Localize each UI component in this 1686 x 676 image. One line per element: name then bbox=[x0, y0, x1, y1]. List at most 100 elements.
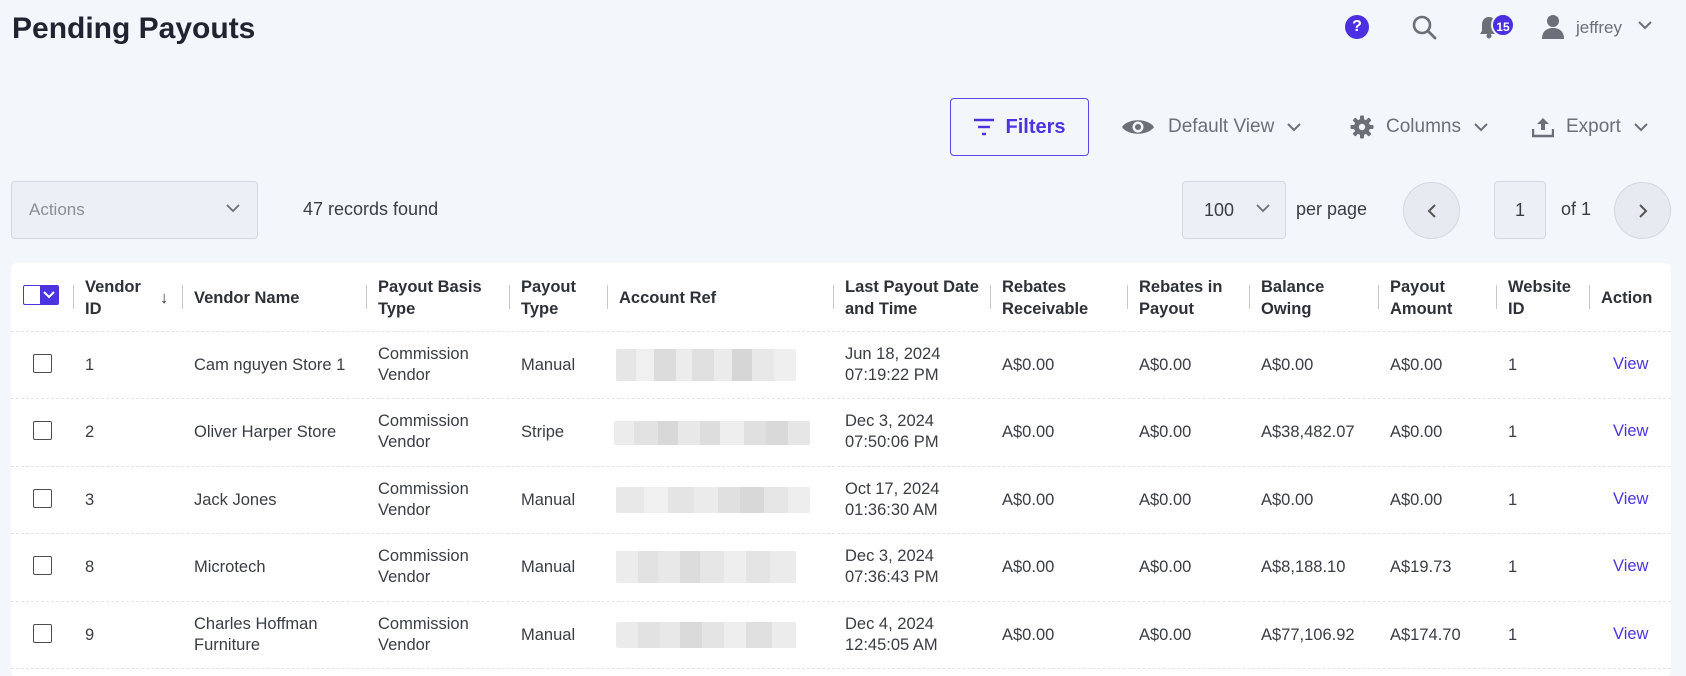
select-all-dropdown[interactable] bbox=[40, 286, 58, 304]
chevron-right-icon bbox=[1638, 203, 1647, 218]
rebates-receivable: A$0.00 bbox=[1002, 491, 1055, 509]
header-action: Action bbox=[1601, 289, 1653, 307]
row-checkbox[interactable] bbox=[33, 421, 52, 440]
row-checkbox[interactable] bbox=[33, 556, 52, 575]
next-page-button[interactable] bbox=[1614, 182, 1671, 239]
last-payout-date: Oct 17, 2024 01:36:30 AM bbox=[845, 480, 940, 519]
payout-basis-type: Commission Vendor bbox=[378, 345, 469, 384]
help-icon[interactable]: ? bbox=[1345, 15, 1369, 39]
header-rebates-in-payout[interactable]: Rebates in Payout bbox=[1139, 276, 1249, 320]
header-payout-amount[interactable]: Payout Amount bbox=[1390, 276, 1480, 320]
column-separator bbox=[833, 285, 834, 309]
previous-page-button[interactable] bbox=[1403, 182, 1460, 239]
row-checkbox[interactable] bbox=[33, 489, 52, 508]
vendor-id: 1 bbox=[85, 356, 95, 374]
row-checkbox[interactable] bbox=[33, 624, 52, 643]
user-name[interactable]: jeffrey bbox=[1576, 18, 1622, 38]
notification-badge: 15 bbox=[1491, 13, 1515, 37]
rebates-in-payout: A$0.00 bbox=[1139, 491, 1192, 509]
payout-type: Manual bbox=[521, 356, 576, 374]
per-page-select[interactable]: 100 bbox=[1182, 181, 1286, 239]
column-separator bbox=[1589, 285, 1590, 309]
vendor-id: 3 bbox=[85, 491, 95, 509]
rebates-in-payout: A$0.00 bbox=[1139, 558, 1192, 576]
filter-lines-icon bbox=[974, 118, 995, 136]
eye-icon bbox=[1122, 120, 1154, 134]
rebates-in-payout: A$0.00 bbox=[1139, 356, 1192, 374]
header-payout-basis-type[interactable]: Payout Basis Type bbox=[378, 276, 498, 320]
rebates-in-payout: A$0.00 bbox=[1139, 626, 1192, 644]
header-account-ref[interactable]: Account Ref bbox=[619, 287, 716, 309]
actions-select[interactable]: Actions bbox=[11, 181, 258, 239]
column-separator bbox=[990, 285, 991, 309]
filters-label: Filters bbox=[1005, 115, 1066, 138]
last-payout-date: Dec 3, 2024 07:36:43 PM bbox=[845, 547, 939, 586]
payout-amount: A$0.00 bbox=[1390, 491, 1443, 509]
vendor-name: Oliver Harper Store bbox=[194, 423, 337, 441]
vendor-name: Charles Hoffman Furniture bbox=[194, 615, 318, 654]
page-number-input[interactable]: 1 bbox=[1494, 181, 1546, 239]
payout-amount: A$0.00 bbox=[1390, 423, 1443, 441]
filters-button[interactable]: Filters bbox=[950, 98, 1089, 156]
header-last-payout-date[interactable]: Last Payout Date and Time bbox=[845, 276, 985, 320]
balance-owing: A$8,188.10 bbox=[1261, 558, 1346, 576]
view-link[interactable]: View bbox=[1613, 556, 1648, 577]
sort-arrow-icon[interactable]: ↓ bbox=[160, 287, 168, 309]
view-link[interactable]: View bbox=[1613, 489, 1648, 510]
vendor-id: 9 bbox=[85, 626, 95, 644]
user-icon[interactable] bbox=[1541, 14, 1565, 40]
search-icon[interactable] bbox=[1411, 14, 1437, 40]
chevron-down-icon[interactable] bbox=[1637, 20, 1653, 30]
payout-basis-type: Commission Vendor bbox=[378, 412, 469, 451]
account-ref-redacted bbox=[616, 487, 810, 513]
column-separator bbox=[607, 285, 608, 309]
chevron-down-icon bbox=[1287, 123, 1302, 132]
table-row: 1 Cam nguyen Store 1 Commission Vendor Ma… bbox=[11, 331, 1671, 398]
view-link[interactable]: View bbox=[1613, 624, 1648, 645]
header-vendor-name[interactable]: Vendor Name bbox=[194, 287, 299, 309]
balance-owing: A$38,482.07 bbox=[1261, 423, 1355, 441]
account-ref-redacted bbox=[616, 551, 796, 583]
default-view-label: Default View bbox=[1168, 116, 1275, 137]
table-row: 3 Jack Jones Commission Vendor Manual Oct… bbox=[11, 466, 1671, 533]
header-payout-type[interactable]: Payout Type bbox=[521, 276, 591, 320]
row-checkbox[interactable] bbox=[33, 354, 52, 373]
website-id: 1 bbox=[1508, 356, 1518, 374]
payout-type: Manual bbox=[521, 558, 576, 576]
table-row-partial bbox=[11, 668, 1671, 676]
header-vendor-id[interactable]: Vendor ID bbox=[85, 276, 155, 320]
last-payout-date: Dec 4, 2024 12:45:05 AM bbox=[845, 615, 938, 654]
balance-owing: A$0.00 bbox=[1261, 356, 1314, 374]
header-website-id[interactable]: Website ID bbox=[1508, 276, 1578, 320]
account-ref-redacted bbox=[616, 349, 796, 381]
export-label: Export bbox=[1566, 116, 1621, 137]
chevron-down-icon bbox=[1256, 204, 1270, 213]
payouts-table: Vendor ID ↓ Vendor Name Payout Basis Typ… bbox=[11, 263, 1671, 676]
header-balance-owing[interactable]: Balance Owing bbox=[1261, 276, 1351, 320]
chevron-down-icon bbox=[1634, 123, 1648, 132]
column-separator bbox=[509, 285, 510, 309]
chevron-left-icon bbox=[1427, 203, 1436, 218]
header-rebates-receivable[interactable]: Rebates Receivable bbox=[1002, 276, 1112, 320]
rebates-receivable: A$0.00 bbox=[1002, 423, 1055, 441]
upload-icon bbox=[1532, 118, 1554, 138]
payout-type: Manual bbox=[521, 491, 576, 509]
default-view-dropdown[interactable]: Default View bbox=[1120, 108, 1302, 146]
view-link[interactable]: View bbox=[1613, 354, 1648, 375]
columns-dropdown[interactable]: Columns bbox=[1350, 108, 1489, 146]
account-ref-redacted bbox=[614, 421, 810, 445]
view-link[interactable]: View bbox=[1613, 421, 1648, 442]
export-dropdown[interactable]: Export bbox=[1532, 108, 1649, 146]
rebates-receivable: A$0.00 bbox=[1002, 356, 1055, 374]
column-separator bbox=[1249, 285, 1250, 309]
payout-basis-type: Commission Vendor bbox=[378, 480, 469, 519]
gear-icon bbox=[1350, 115, 1374, 139]
website-id: 1 bbox=[1508, 558, 1518, 576]
vendor-id: 8 bbox=[85, 558, 95, 576]
page-title: Pending Payouts bbox=[12, 12, 256, 45]
column-separator bbox=[1127, 285, 1128, 309]
table-row: 2 Oliver Harper Store Commission Vendor S… bbox=[11, 398, 1671, 465]
select-all-checkbox[interactable] bbox=[23, 285, 59, 305]
website-id: 1 bbox=[1508, 626, 1518, 644]
vendor-name: Jack Jones bbox=[194, 491, 277, 509]
